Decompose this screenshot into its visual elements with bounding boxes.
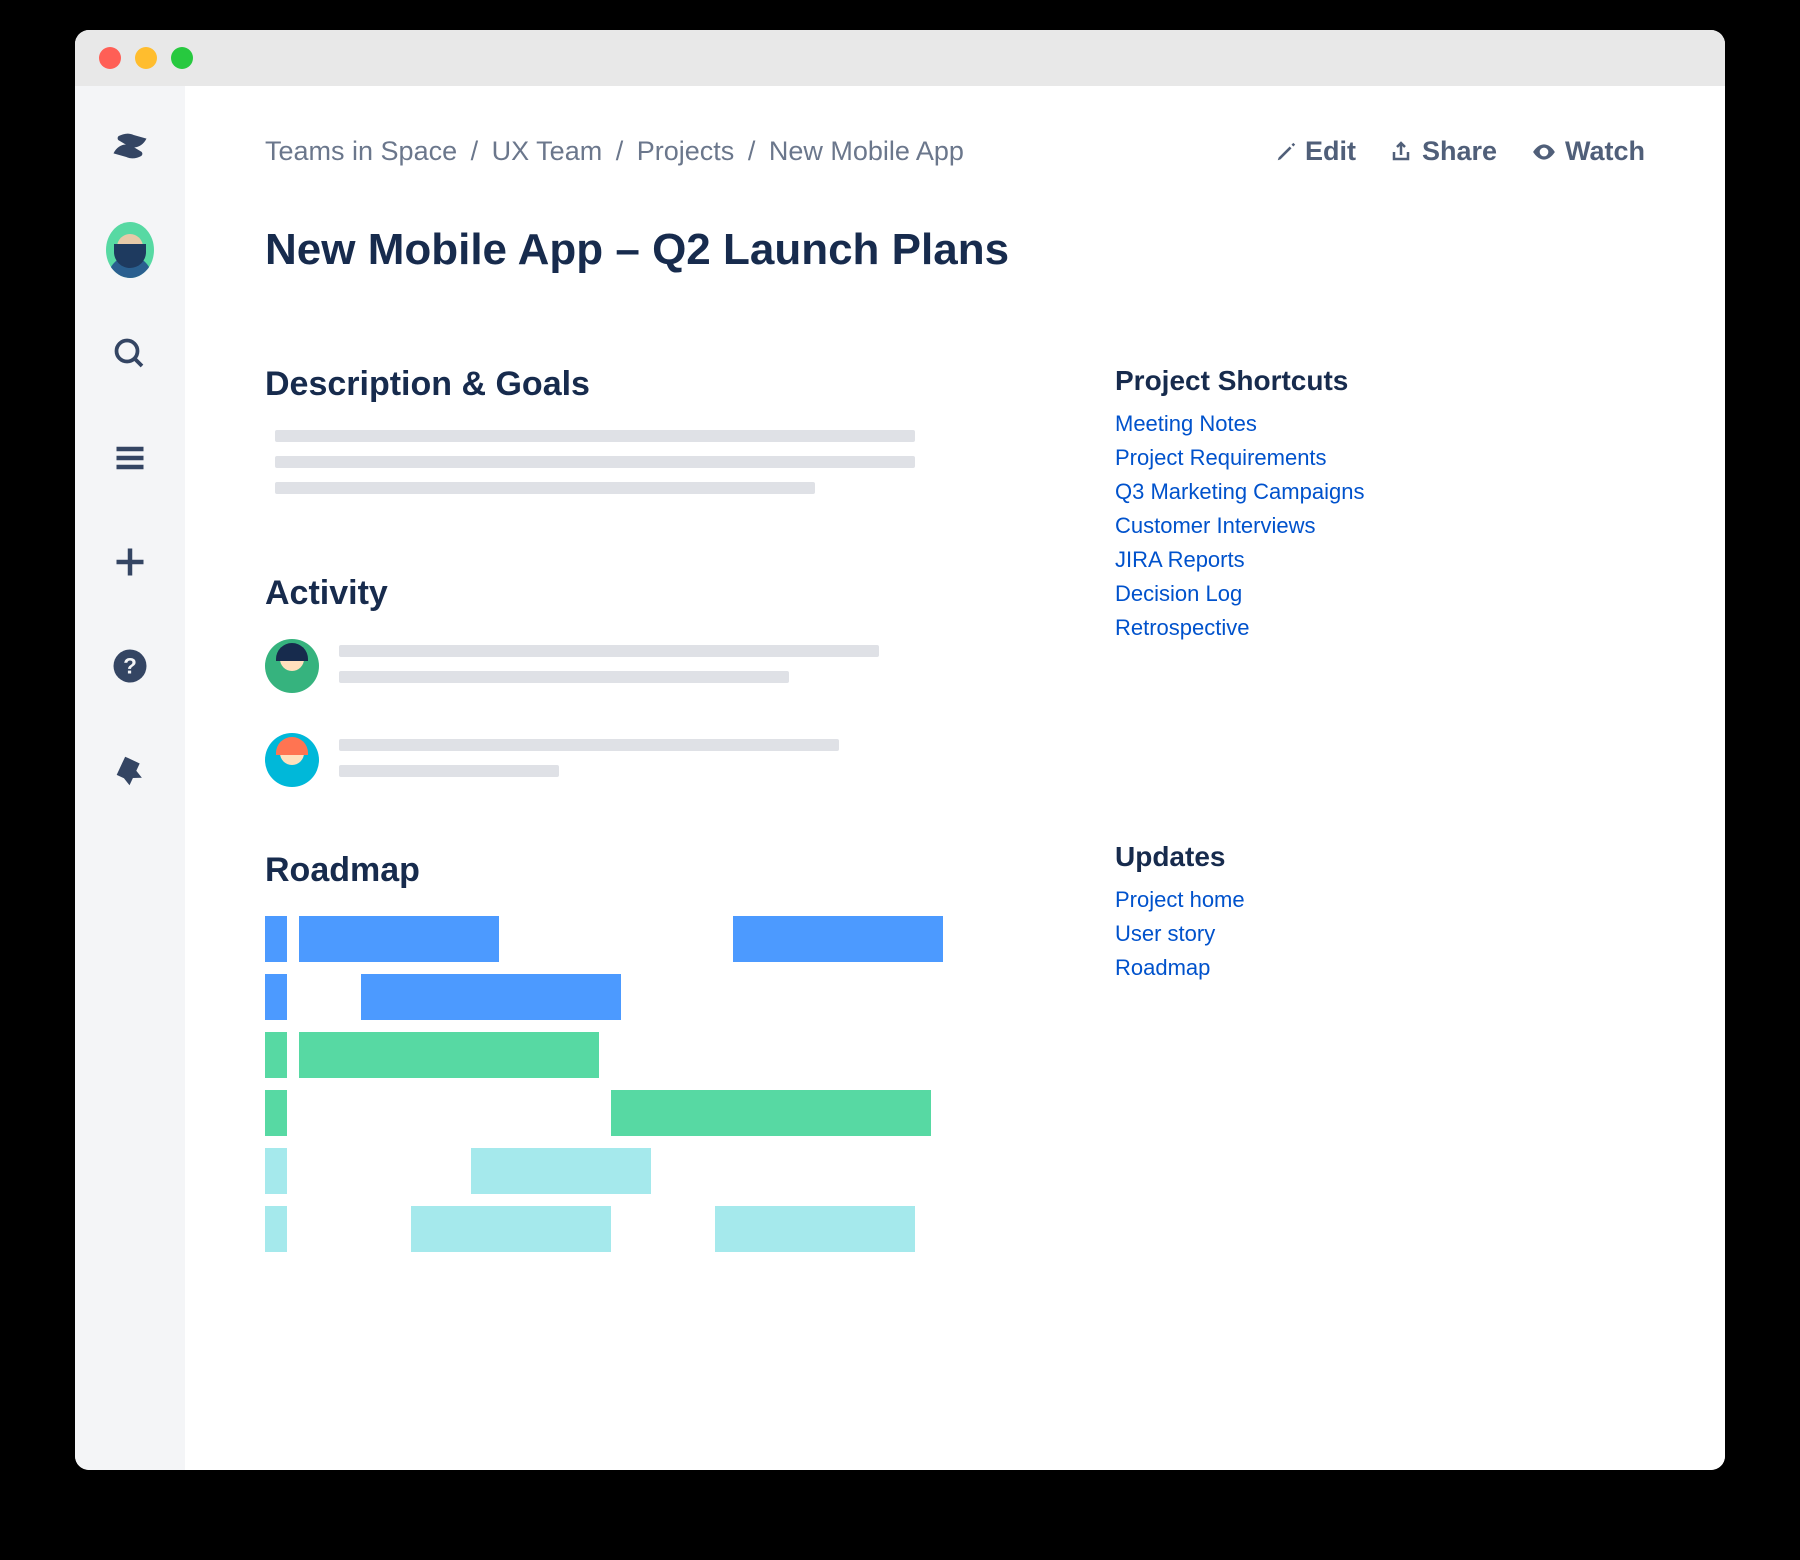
user-avatar-icon: [265, 733, 319, 787]
gantt-bar[interactable]: [299, 916, 499, 962]
notification-icon[interactable]: [106, 746, 154, 794]
gantt-bar[interactable]: [715, 1206, 915, 1252]
shortcut-link[interactable]: Q3 Marketing Campaigns: [1115, 479, 1415, 505]
gantt-bar[interactable]: [265, 1032, 287, 1078]
text-placeholder: [339, 765, 559, 777]
watch-label: Watch: [1565, 136, 1645, 167]
left-sidebar: ?: [75, 86, 185, 1470]
gantt-bar[interactable]: [411, 1206, 611, 1252]
left-column: Description & Goals Activity: [265, 365, 1025, 1264]
shortcut-link[interactable]: Meeting Notes: [1115, 411, 1415, 437]
text-placeholder: [275, 456, 915, 468]
activity-heading: Activity: [265, 574, 1025, 613]
pencil-icon: [1275, 141, 1297, 163]
gantt-bar[interactable]: [265, 1206, 287, 1252]
page-actions: Edit Share Watch: [1275, 136, 1645, 167]
description-heading: Description & Goals: [265, 365, 1025, 404]
gantt-bar[interactable]: [733, 916, 943, 962]
eye-icon: [1531, 139, 1557, 165]
search-icon[interactable]: [106, 330, 154, 378]
breadcrumb-item[interactable]: Projects: [637, 136, 735, 166]
gantt-chart: [265, 916, 1025, 1252]
roadmap-heading: Roadmap: [265, 851, 1025, 890]
shortcut-link[interactable]: JIRA Reports: [1115, 547, 1415, 573]
activity-item[interactable]: [265, 639, 1025, 697]
gantt-bar[interactable]: [265, 1148, 287, 1194]
update-link[interactable]: User story: [1115, 921, 1415, 947]
updates-list: Project home User story Roadmap: [1115, 887, 1415, 981]
main-content: Teams in Space / UX Team / Projects / Ne…: [185, 86, 1725, 1470]
share-icon: [1390, 140, 1414, 164]
shortcut-link[interactable]: Decision Log: [1115, 581, 1415, 607]
page-topbar: Teams in Space / UX Team / Projects / Ne…: [265, 136, 1645, 167]
text-placeholder: [339, 645, 879, 657]
help-icon[interactable]: ?: [106, 642, 154, 690]
gantt-bar[interactable]: [265, 916, 287, 962]
text-placeholder: [275, 482, 815, 494]
update-link[interactable]: Project home: [1115, 887, 1415, 913]
app-body: ? Teams in Space / UX Team / Projects / …: [75, 86, 1725, 1470]
breadcrumb: Teams in Space / UX Team / Projects / Ne…: [265, 136, 964, 167]
shortcuts-heading: Project Shortcuts: [1115, 365, 1415, 397]
user-avatar[interactable]: [106, 226, 154, 274]
text-placeholder: [339, 671, 789, 683]
breadcrumb-item[interactable]: New Mobile App: [769, 136, 964, 166]
shortcut-link[interactable]: Retrospective: [1115, 615, 1415, 641]
shortcut-link[interactable]: Customer Interviews: [1115, 513, 1415, 539]
gantt-bar[interactable]: [265, 974, 287, 1020]
share-label: Share: [1422, 136, 1497, 167]
gantt-bar[interactable]: [265, 1090, 287, 1136]
window-titlebar: [75, 30, 1725, 86]
menu-icon[interactable]: [106, 434, 154, 482]
updates-heading: Updates: [1115, 841, 1415, 873]
content-columns: Description & Goals Activity: [265, 365, 1645, 1264]
user-avatar-icon: [265, 639, 319, 693]
text-placeholder: [339, 739, 839, 751]
page-title: New Mobile App – Q2 Launch Plans: [265, 225, 1645, 275]
text-placeholder: [275, 430, 915, 442]
breadcrumb-item[interactable]: UX Team: [492, 136, 603, 166]
gantt-bar[interactable]: [611, 1090, 931, 1136]
update-link[interactable]: Roadmap: [1115, 955, 1415, 981]
create-icon[interactable]: [106, 538, 154, 586]
shortcut-link[interactable]: Project Requirements: [1115, 445, 1415, 471]
svg-text:?: ?: [123, 654, 137, 679]
shortcuts-list: Meeting Notes Project Requirements Q3 Ma…: [1115, 411, 1415, 641]
confluence-logo-icon[interactable]: [106, 122, 154, 170]
gantt-bar[interactable]: [471, 1148, 651, 1194]
window-maximize-button[interactable]: [171, 47, 193, 69]
app-window: ? Teams in Space / UX Team / Projects / …: [75, 30, 1725, 1470]
breadcrumb-item[interactable]: Teams in Space: [265, 136, 457, 166]
window-minimize-button[interactable]: [135, 47, 157, 69]
edit-label: Edit: [1305, 136, 1356, 167]
edit-button[interactable]: Edit: [1275, 136, 1356, 167]
watch-button[interactable]: Watch: [1531, 136, 1645, 167]
roadmap-section: Roadmap: [265, 851, 1025, 1252]
share-button[interactable]: Share: [1390, 136, 1497, 167]
right-column: Project Shortcuts Meeting Notes Project …: [1115, 365, 1415, 1264]
gantt-bar[interactable]: [361, 974, 621, 1020]
updates-section: Updates Project home User story Roadmap: [1115, 841, 1415, 981]
gantt-bar[interactable]: [299, 1032, 599, 1078]
activity-item[interactable]: [265, 733, 1025, 791]
window-close-button[interactable]: [99, 47, 121, 69]
